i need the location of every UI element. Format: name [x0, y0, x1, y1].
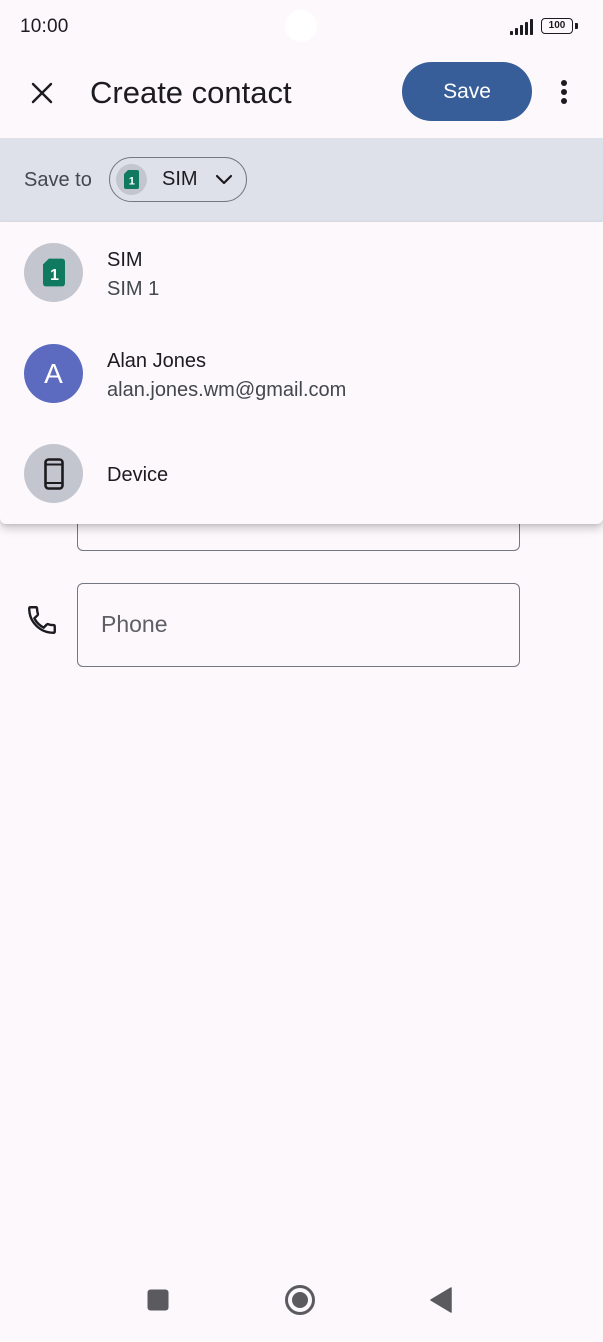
- navigation-bar: [0, 1270, 603, 1342]
- sim-card-icon: 1: [42, 258, 65, 287]
- chip-label: SIM: [162, 168, 198, 190]
- signal-icon: [510, 19, 533, 35]
- save-to-label: Save to: [24, 169, 92, 191]
- battery-level: 100: [541, 18, 573, 34]
- home-icon: [285, 1285, 315, 1315]
- app-bar: Create contact Save: [0, 56, 603, 138]
- menu-item-sim-avatar: 1: [24, 243, 83, 302]
- status-bar: 10:00 100: [0, 0, 603, 56]
- home-button[interactable]: [270, 1270, 330, 1330]
- chevron-down-icon: [215, 174, 233, 185]
- menu-item-google-account[interactable]: A Alan Jones alan.jones.wm@gmail.com: [0, 322, 603, 422]
- phone-device-icon: [43, 457, 64, 490]
- svg-text:1: 1: [129, 176, 135, 188]
- sim-card-icon: 1: [124, 170, 139, 189]
- avatar: A: [24, 344, 83, 403]
- status-time: 10:00: [20, 16, 69, 37]
- svg-text:1: 1: [49, 266, 58, 284]
- recents-button[interactable]: [128, 1270, 188, 1330]
- save-to-bar: Save to 1 SIM: [0, 138, 603, 222]
- menu-item-subtitle: alan.jones.wm@gmail.com: [107, 379, 347, 401]
- save-button[interactable]: Save: [402, 62, 532, 121]
- phone-placeholder: Phone: [101, 611, 168, 637]
- menu-item-title: Device: [107, 464, 169, 486]
- recents-icon: [147, 1289, 169, 1311]
- menu-item-sim[interactable]: 1 SIM SIM 1: [0, 222, 603, 322]
- avatar-letter: A: [44, 357, 63, 389]
- menu-item-subtitle: SIM 1: [107, 278, 160, 300]
- menu-item-title: SIM: [107, 249, 143, 271]
- back-icon: [430, 1287, 452, 1313]
- close-icon: [31, 82, 53, 104]
- chip-avatar: 1: [116, 164, 147, 195]
- battery-icon: 100: [541, 18, 578, 36]
- account-selector-chip[interactable]: 1 SIM: [109, 157, 247, 202]
- phone-field[interactable]: Phone: [77, 583, 520, 667]
- phone-icon: [28, 606, 56, 634]
- menu-item-device-avatar: [24, 444, 83, 503]
- more-options-button[interactable]: [548, 71, 580, 113]
- menu-item-title: Alan Jones: [107, 350, 206, 372]
- menu-item-device[interactable]: Device: [0, 422, 603, 522]
- page-title: Create contact: [90, 75, 292, 110]
- close-button[interactable]: [22, 73, 62, 113]
- more-vert-icon: [561, 80, 567, 104]
- account-menu: 1 SIM SIM 1 A Alan Jones alan.jones.wm@g…: [0, 222, 603, 524]
- back-button[interactable]: [411, 1270, 471, 1330]
- camera-cutout: [285, 10, 317, 42]
